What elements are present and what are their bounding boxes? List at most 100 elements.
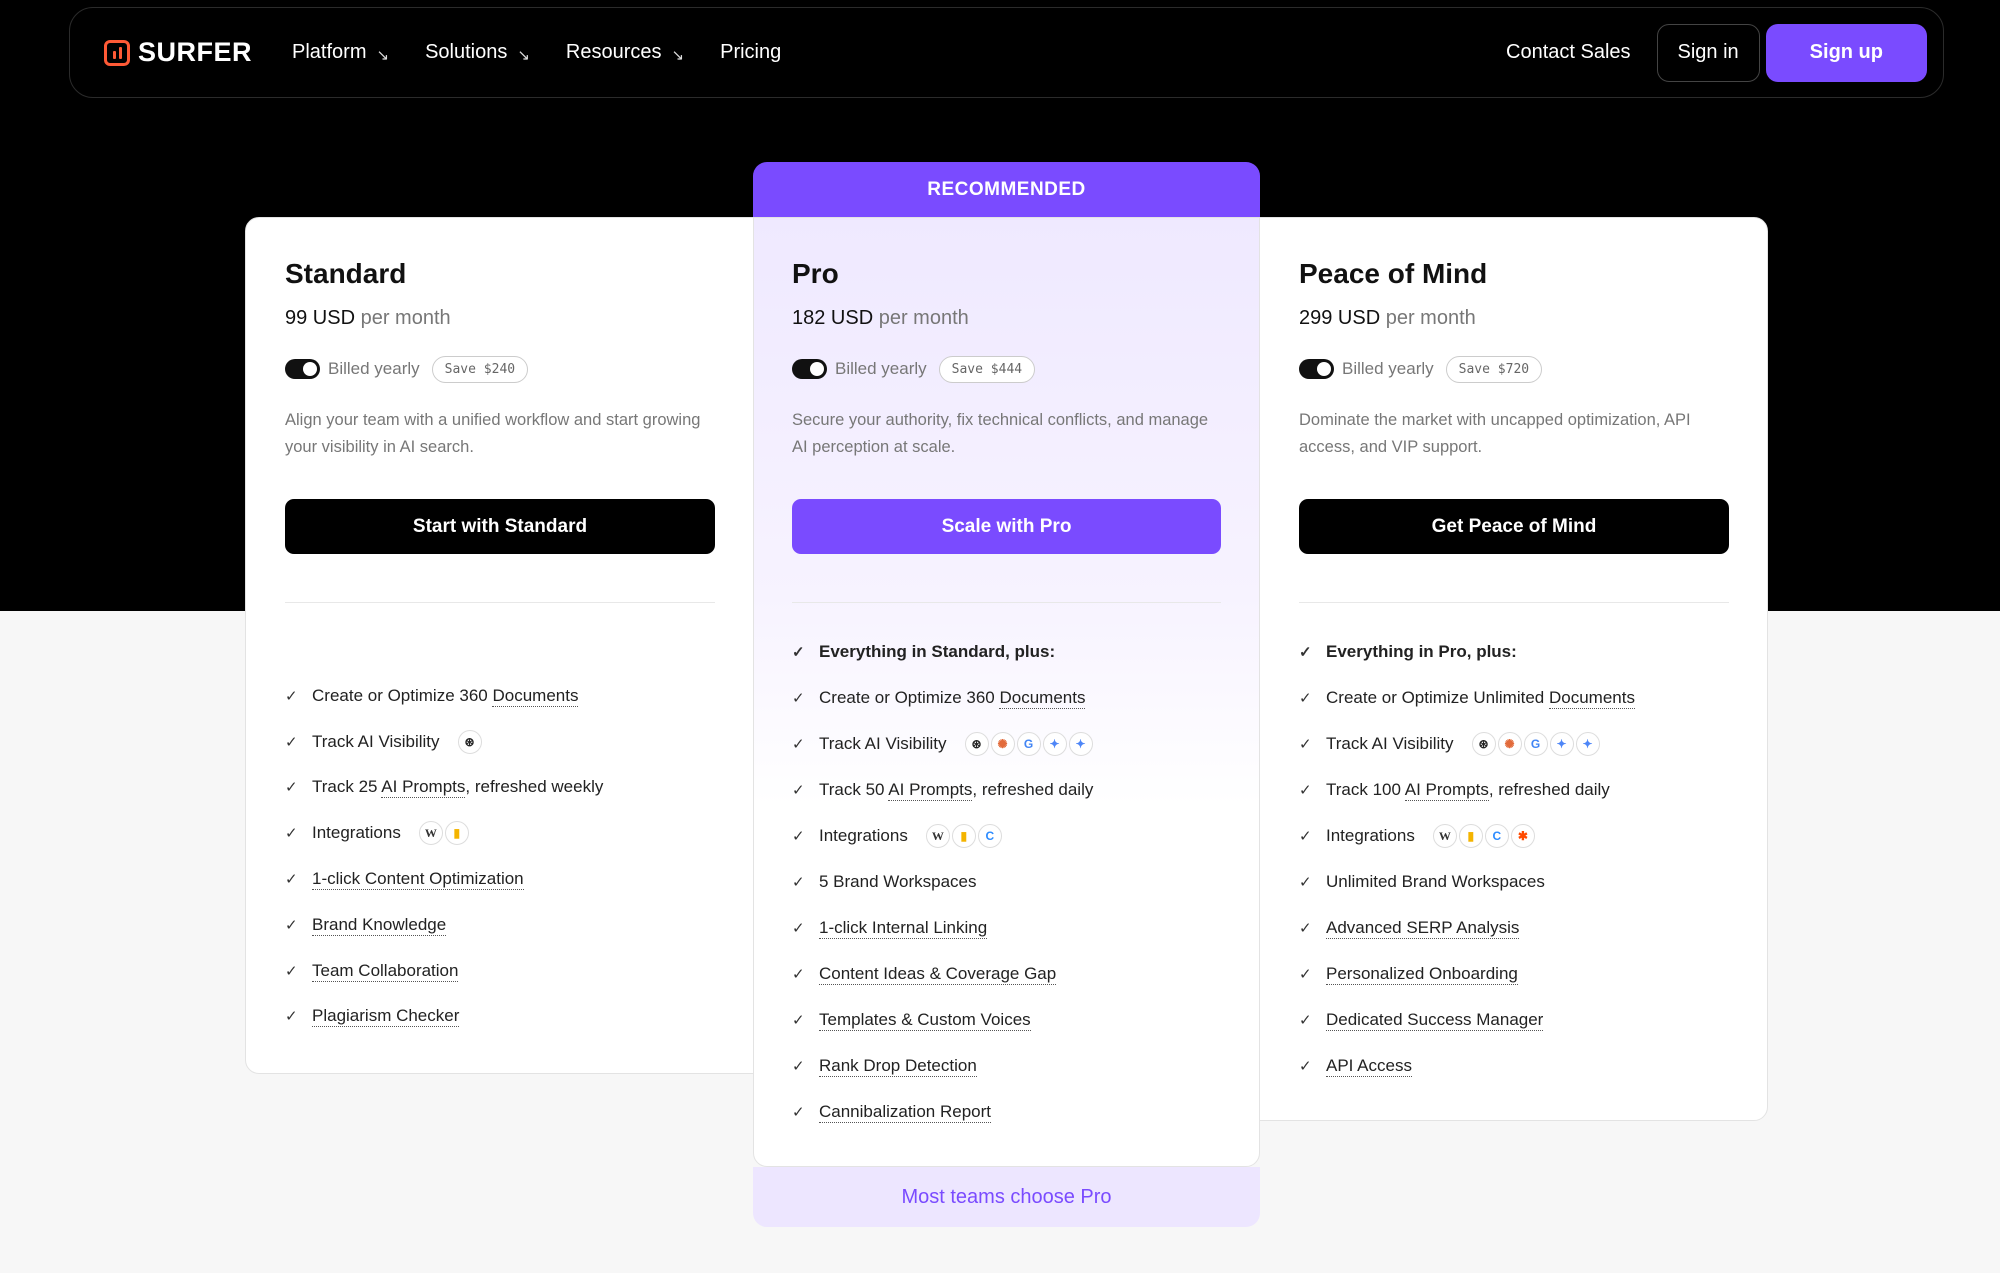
check-icon: ✓ xyxy=(285,962,298,980)
save-badge: Save $444 xyxy=(938,355,1036,383)
google-icon: G xyxy=(1016,732,1041,756)
feature-item: ✓ Track 100 AI Prompts, refreshed daily xyxy=(1299,767,1729,813)
feature-text-part: Integrations xyxy=(1326,826,1415,845)
feature-item: ✓ Track AI Visibility ⊛ ✺ G ✦ ✦ xyxy=(792,721,1221,767)
feature-item: ✓ Integrations W ▮ C xyxy=(792,813,1221,859)
feature-text-part: Track AI Visibility xyxy=(312,731,440,751)
nav-item-resources[interactable]: Resources ↘ xyxy=(566,41,684,64)
feature-item: ✓ Track AI Visibility ⊛ ✺ G ✦ ✦ xyxy=(1299,721,1729,767)
feature-text: Advanced SERP Analysis xyxy=(1326,918,1520,939)
check-icon: ✓ xyxy=(792,874,805,891)
feature-item: ✓ Content Ideas & Coverage Gap xyxy=(792,951,1221,997)
feature-text-part: 5 Brand Workspaces xyxy=(819,872,977,891)
start-with-standard-button[interactable]: Start with Standard xyxy=(285,499,715,554)
nav-item-pricing[interactable]: Pricing xyxy=(720,41,781,64)
feature-item: ✓ Cannibalization Report xyxy=(792,1089,1221,1135)
feature-tooltip-term[interactable]: AI Prompts xyxy=(1404,780,1489,801)
feature-tooltip-term[interactable]: Content Ideas & Coverage Gap xyxy=(819,964,1057,985)
feature-text-part: Create or Optimize 360 xyxy=(312,685,493,705)
feature-tooltip-term[interactable]: Plagiarism Checker xyxy=(312,1006,460,1028)
top-navbar: SURFER Platform ↘ Solutions ↘ Resources ↘ Pric… xyxy=(69,7,1944,98)
feature-tooltip-term[interactable]: Cannibalization Report xyxy=(819,1102,991,1123)
nav-menu: Platform ↘ Solutions ↘ Resources ↘ Pricing xyxy=(292,41,781,64)
feature-item: ✓ 1-click Internal Linking xyxy=(792,905,1221,951)
save-badge: Save $720 xyxy=(1445,355,1543,383)
plan-name: Standard xyxy=(285,258,407,289)
check-icon: ✓ xyxy=(792,1012,805,1029)
price-amount: 182 USD xyxy=(792,307,874,329)
feature-item: ✓ Track AI Visibility ⊛ xyxy=(285,719,715,765)
google-docs-icon: ▮ xyxy=(444,821,469,846)
feature-tooltip-term[interactable]: Brand Knowledge xyxy=(312,914,447,936)
feature-tooltip-term[interactable]: Documents xyxy=(999,688,1086,709)
gemini-icon: ✦ xyxy=(1042,732,1067,756)
check-icon: ✓ xyxy=(1299,644,1312,661)
feature-text: Content Ideas & Coverage Gap xyxy=(819,964,1057,985)
feature-text: Integrations xyxy=(312,823,401,843)
feature-text: Track 25 AI Prompts, refreshed weekly xyxy=(312,777,603,799)
feature-tooltip-term[interactable]: AI Prompts xyxy=(888,780,973,801)
openai-icon: ⊛ xyxy=(1471,732,1496,756)
claude-icon: ✺ xyxy=(1497,732,1522,756)
feature-text: Everything in Standard, plus: xyxy=(819,642,1055,662)
feature-icons: ⊛ xyxy=(457,729,482,754)
nav-item-platform[interactable]: Platform ↘ xyxy=(292,41,389,64)
surfer-logo-icon xyxy=(104,39,130,66)
feature-text: Create or Optimize 360 Documents xyxy=(819,688,1086,709)
feature-icons: W ▮ C xyxy=(925,824,1002,848)
openai-icon: ⊛ xyxy=(964,732,989,756)
feature-tooltip-term[interactable]: 1-click Content Optimization xyxy=(312,869,524,891)
scale-with-pro-button[interactable]: Scale with Pro xyxy=(792,499,1221,554)
divider xyxy=(1299,602,1729,603)
feature-tooltip-term[interactable]: Personalized Onboarding xyxy=(1326,964,1518,985)
plan-card-standard: Standard 99 USD per month Billed yearly … xyxy=(245,217,754,1074)
feature-item: ✓ Unlimited Brand Workspaces xyxy=(1299,859,1729,905)
surfer-logo[interactable]: SURFER xyxy=(104,37,252,68)
contact-sales-link[interactable]: Contact Sales xyxy=(1506,41,1631,64)
feature-item: ✓ Plagiarism Checker xyxy=(285,994,715,1040)
feature-icons: ⊛ ✺ G ✦ ✦ xyxy=(1471,732,1600,756)
contentful-icon: C xyxy=(977,824,1002,848)
feature-icons: ⊛ ✺ G ✦ ✦ xyxy=(964,732,1093,756)
feature-tooltip-term[interactable]: Templates & Custom Voices xyxy=(819,1010,1031,1031)
feature-text: Personalized Onboarding xyxy=(1326,964,1518,985)
feature-item: ✓ Dedicated Success Manager xyxy=(1299,997,1729,1043)
feature-tooltip-term[interactable]: API Access xyxy=(1326,1056,1412,1077)
sign-up-button[interactable]: Sign up xyxy=(1765,23,1927,82)
check-icon: ✓ xyxy=(1299,1058,1312,1075)
billing-row: Billed yearly Save $720 xyxy=(1299,355,1729,383)
nav-item-solutions[interactable]: Solutions ↘ xyxy=(425,41,530,64)
feature-item: ✓ Advanced SERP Analysis xyxy=(1299,905,1729,951)
price-period: per month xyxy=(878,307,969,329)
billing-label: Billed yearly xyxy=(835,359,927,378)
get-peace-of-mind-button[interactable]: Get Peace of Mind xyxy=(1299,499,1729,554)
price-period: per month xyxy=(1385,307,1476,329)
feature-item: ✓ Track 25 AI Prompts, refreshed weekly xyxy=(285,765,715,811)
feature-text: 1-click Internal Linking xyxy=(819,918,988,939)
feature-tooltip-term[interactable]: Documents xyxy=(492,685,579,707)
billing-toggle[interactable] xyxy=(285,359,320,379)
feature-text: Track 50 AI Prompts, refreshed daily xyxy=(819,780,1093,801)
feature-tooltip-term[interactable]: Team Collaboration xyxy=(312,960,459,982)
check-icon: ✓ xyxy=(792,1058,805,1075)
wordpress-icon: W xyxy=(418,821,443,846)
sign-in-button[interactable]: Sign in xyxy=(1656,23,1760,82)
divider xyxy=(792,602,1221,603)
feature-text: Everything in Pro, plus: xyxy=(1326,642,1517,662)
feature-tooltip-term[interactable]: 1-click Internal Linking xyxy=(819,918,988,939)
nav-item-label: Pricing xyxy=(720,41,782,63)
feature-text: Unlimited Brand Workspaces xyxy=(1326,872,1545,892)
feature-text-part: Integrations xyxy=(312,823,401,843)
feature-tooltip-term[interactable]: Dedicated Success Manager xyxy=(1326,1010,1544,1031)
feature-tooltip-term[interactable]: Rank Drop Detection xyxy=(819,1056,977,1077)
check-icon: ✓ xyxy=(1299,690,1312,707)
feature-tooltip-term[interactable]: AI Prompts xyxy=(381,777,466,799)
billing-toggle[interactable] xyxy=(792,359,827,379)
check-icon: ✓ xyxy=(285,825,298,843)
check-icon: ✓ xyxy=(792,920,805,937)
feature-tooltip-term[interactable]: Documents xyxy=(1548,688,1635,709)
plan-card-pro: Pro 182 USD per month Billed yearly Save… xyxy=(753,217,1260,1167)
feature-tooltip-term[interactable]: Advanced SERP Analysis xyxy=(1326,918,1520,939)
feature-text-part: Integrations xyxy=(819,826,908,845)
billing-toggle[interactable] xyxy=(1299,359,1334,379)
